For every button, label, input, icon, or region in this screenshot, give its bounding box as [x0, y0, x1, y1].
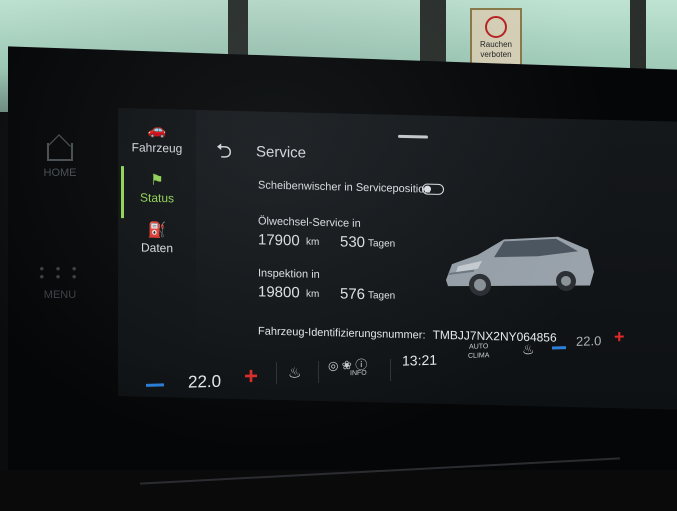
side-navigation: 🚗 Fahrzeug ⚑ Status ⛽ Daten: [118, 108, 196, 360]
inspection-km-unit: km: [306, 288, 320, 300]
left-temp-plus-button[interactable]: +: [244, 363, 258, 391]
dashboard-trim: [0, 470, 677, 511]
menu-button[interactable]: • • • • • • MENU: [30, 261, 90, 301]
inspection-label: Inspektion in: [258, 267, 320, 281]
page-title: Service: [256, 143, 307, 162]
grid-dots-icon: • • • • • •: [39, 261, 81, 284]
vin-label: Fahrzeug-Identifizierungsnummer:: [258, 325, 426, 342]
vin-row: Fahrzeug-Identifizierungsnummer: TMBJJ7N…: [258, 323, 557, 344]
auto-clima-button[interactable]: AUTO CLIMA: [468, 342, 489, 361]
panel-handle[interactable]: [398, 134, 428, 139]
oil-service-km-unit: km: [306, 236, 320, 248]
oil-service-days-unit: Tagen: [368, 238, 396, 250]
home-button[interactable]: HOME: [30, 135, 90, 179]
oil-service-label: Ölwechsel-Service in: [258, 215, 361, 230]
seat-heating-left-icon[interactable]: ♨: [288, 363, 301, 381]
nav-item-fahrzeug[interactable]: 🚗 Fahrzeug: [118, 120, 196, 156]
sign-text-line-2: verboten: [480, 50, 512, 59]
divider: [276, 362, 277, 385]
oil-service-days: 530: [340, 233, 366, 252]
clima-label: CLIMA: [468, 352, 490, 360]
home-label: HOME: [43, 167, 77, 179]
left-temp-minus-button[interactable]: [146, 383, 164, 387]
right-temp-minus-button[interactable]: [552, 346, 566, 350]
divider: [318, 361, 319, 384]
right-temperature[interactable]: 22.0: [576, 333, 601, 349]
info-label: INFO: [350, 369, 367, 378]
nav-label: Daten: [140, 240, 174, 256]
clock-time: 13:21: [402, 351, 438, 369]
vehicle-illustration: [446, 236, 594, 296]
toggle-knob: [424, 185, 431, 193]
wiper-service-label: Scheibenwischer in Serviceposition: [258, 179, 431, 196]
sign-text-line-1: Rauchen: [479, 40, 513, 49]
oil-service-km: 17900: [258, 231, 300, 250]
no-smoking-icon: [485, 16, 507, 38]
nav-item-daten[interactable]: ⛽ Daten: [118, 220, 196, 256]
inspection-days: 576: [340, 285, 366, 304]
right-temp-plus-button[interactable]: +: [614, 326, 625, 347]
seat-heating-right-icon[interactable]: ♨: [522, 341, 535, 358]
fuel-data-icon: ⛽: [147, 221, 167, 240]
car-status-icon: ⚑: [150, 171, 164, 190]
vin-value: TMBJJ7NX2NY064856: [432, 327, 557, 345]
divider: [390, 358, 391, 382]
car-gear-icon: 🚗: [147, 121, 167, 140]
nav-label: Status: [139, 190, 175, 206]
inspection-km: 19800: [258, 283, 300, 302]
back-arrow-icon[interactable]: ⮌: [216, 136, 232, 170]
nav-label: Fahrzeug: [131, 140, 183, 156]
wiper-service-toggle[interactable]: [422, 183, 444, 195]
house-icon: [47, 143, 73, 161]
menu-label: MENU: [43, 289, 77, 301]
inspection-days-unit: Tagen: [368, 290, 396, 302]
left-temperature[interactable]: 22.0: [188, 372, 221, 393]
nav-item-status[interactable]: ⚑ Status: [118, 170, 196, 206]
